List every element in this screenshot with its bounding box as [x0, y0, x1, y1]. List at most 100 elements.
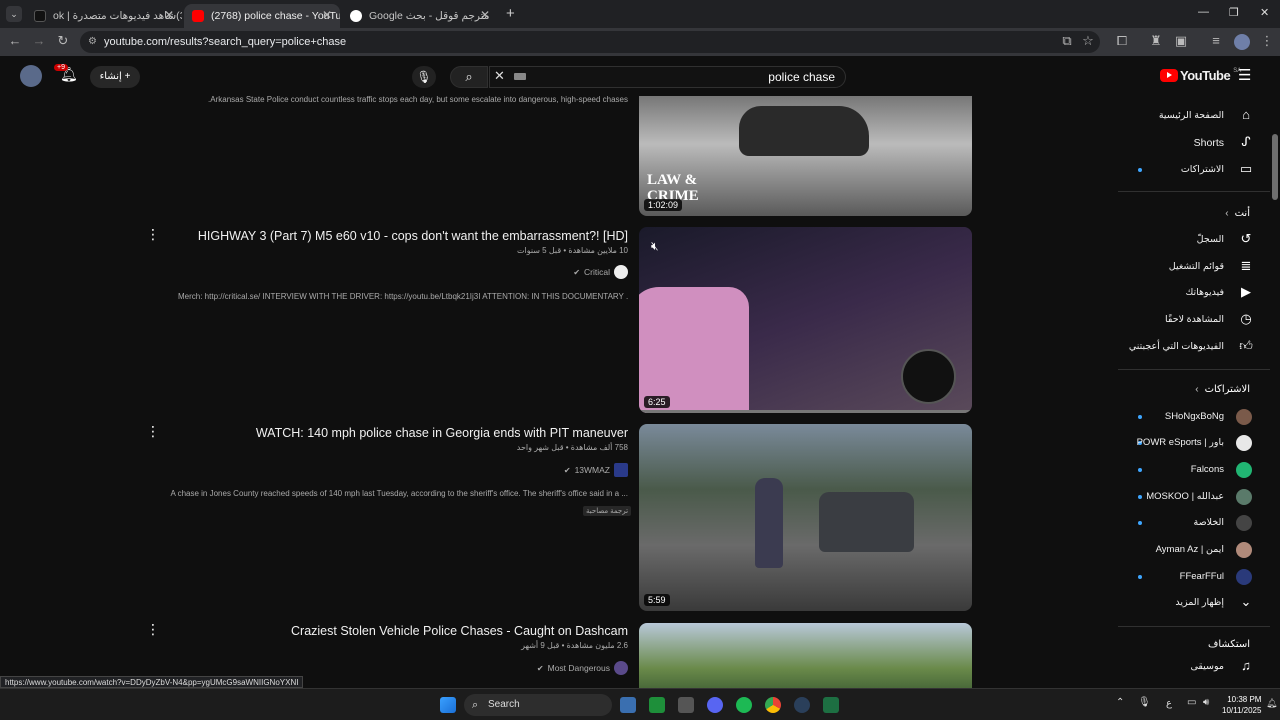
microphone-icon[interactable]: 🎙︎: [1138, 697, 1151, 708]
video-thumbnail[interactable]: LAW & CRIME 1:02:09: [639, 96, 972, 216]
taskbar-search[interactable]: ⌕ Search: [464, 694, 612, 716]
restore-icon[interactable]: ❐: [1229, 6, 1239, 19]
sidebar-item-shorts[interactable]: Shorts ᔑ: [1118, 130, 1270, 156]
divider: [1118, 191, 1270, 192]
video-meta: 758 ألف مشاهدة • قبل شهر واحد: [516, 443, 628, 452]
site-info-icon[interactable]: ⚙: [88, 31, 97, 53]
windows-taskbar: ⌕ Search ⌃ 🎙︎ ع ▭ 🔊︎ 10:38 PM 10/11/2025…: [0, 688, 1280, 720]
show-more-button[interactable]: إظهار المزيد ⌄: [1118, 590, 1270, 616]
volume-icon[interactable]: 🔊︎: [1203, 697, 1209, 708]
subscriptions-section-heading[interactable]: ‹ الاشتراكات: [1195, 384, 1250, 395]
chrome-icon[interactable]: [765, 697, 781, 713]
video-channel[interactable]: Most Dangerous ✔: [537, 661, 628, 675]
chevron-right-icon: ‹: [1195, 384, 1199, 395]
sidebar-sub-item[interactable]: SHoNgxBoNg: [1118, 404, 1270, 430]
keyboard-icon[interactable]: [514, 73, 526, 80]
more-actions-icon[interactable]: ⋮: [146, 423, 160, 440]
sidebar-item-home[interactable]: الصفحة الرئيسية ⌂: [1118, 103, 1270, 129]
extensions-icon[interactable]: ⧠: [1113, 33, 1131, 49]
close-tab-icon[interactable]: ✕: [322, 8, 332, 22]
youtube-logo[interactable]: YouTube SA: [1160, 68, 1241, 83]
new-content-dot: [1138, 468, 1142, 472]
file-explorer-icon[interactable]: [620, 697, 636, 713]
app-icon[interactable]: [678, 697, 694, 713]
video-channel[interactable]: 13WMAZ ✔: [564, 463, 628, 477]
tab-list-dropdown-icon[interactable]: ⌄: [6, 6, 22, 22]
spotify-icon[interactable]: [736, 697, 752, 713]
more-actions-icon[interactable]: ⋮: [146, 621, 160, 638]
scrollbar-thumb[interactable]: [1272, 134, 1278, 200]
discord-icon[interactable]: [707, 697, 723, 713]
search-icon[interactable]: ⌕: [450, 66, 488, 88]
sidepanel-icon[interactable]: ▣: [1172, 33, 1190, 49]
progress-bar[interactable]: [639, 410, 972, 413]
taskbar-clock[interactable]: 10:38 PM 10/11/2025: [1222, 694, 1261, 716]
sidebar-item-music[interactable]: موسيقى ♫: [1118, 654, 1270, 680]
sidebar-item-history[interactable]: السجلّ ↺: [1118, 227, 1270, 253]
install-app-icon[interactable]: ⧉: [1058, 33, 1076, 49]
xbox-icon[interactable]: [649, 697, 665, 713]
bookmark-star-icon[interactable]: ☆: [1079, 33, 1097, 49]
notification-center-icon[interactable]: 🔔︎: [1266, 698, 1277, 709]
search-input[interactable]: ✕ police chase: [489, 66, 846, 88]
video-title[interactable]: WATCH: 140 mph police chase in Georgia e…: [256, 426, 628, 440]
guide-menu-icon[interactable]: ☰: [1238, 66, 1251, 84]
sidebar-sub-item[interactable]: Ayman Az | ايمن: [1118, 537, 1270, 563]
browser-tab-bar: ⌄ (33)شاهد فيديوهات متصدرة | ok ✕ (2768)…: [0, 0, 1280, 28]
account-avatar[interactable]: [20, 65, 42, 87]
network-icon[interactable]: ▭: [1187, 697, 1196, 708]
sidebar-sub-item[interactable]: FFearFFul: [1118, 564, 1270, 590]
mute-icon[interactable]: 🔇︎: [651, 239, 659, 254]
youtube-play-icon: [1160, 69, 1178, 82]
back-icon[interactable]: ←: [6, 33, 24, 48]
sidebar-sub-item[interactable]: POWR eSports | باور: [1118, 430, 1270, 456]
sidebar-item-liked[interactable]: الفيديوهات التي أعجبتني 👍︎: [1118, 334, 1270, 360]
browser-menu-icon[interactable]: ⋮: [1258, 33, 1276, 49]
liked-icon: 👍︎: [1239, 338, 1253, 353]
video-duration: 6:25: [644, 396, 670, 408]
new-tab-button[interactable]: +: [506, 5, 515, 22]
video-channel[interactable]: Critical ✔: [573, 265, 628, 279]
tab-youtube[interactable]: (2768) police chase - YouTube ✕: [184, 4, 340, 28]
tab-google[interactable]: مترجم قوقل - بحث Google ✕: [342, 4, 498, 28]
excel-icon[interactable]: [823, 697, 839, 713]
close-window-icon[interactable]: ✕: [1260, 6, 1269, 19]
sidebar-item-watch-later[interactable]: المشاهدة لاحقًا ◷: [1118, 307, 1270, 333]
video-title[interactable]: Craziest Stolen Vehicle Police Chases - …: [291, 624, 628, 638]
sidebar-sub-item[interactable]: MOSKOO | عبدالله: [1118, 484, 1270, 510]
video-thumbnail[interactable]: 🔇︎ 6:25: [639, 227, 972, 413]
new-content-dot: [1138, 521, 1142, 525]
minimize-icon[interactable]: —: [1198, 6, 1209, 18]
media-icon[interactable]: ≡: [1207, 33, 1225, 48]
sidebar-sub-item[interactable]: الخلاصة: [1118, 510, 1270, 536]
profile-avatar[interactable]: [1234, 34, 1250, 50]
url-field[interactable]: ⚙ youtube.com/results?search_query=polic…: [80, 31, 1100, 53]
page-scrollbar[interactable]: [1270, 56, 1280, 688]
create-button[interactable]: إنشاء +: [90, 66, 140, 88]
sidebar-item-your-videos[interactable]: فيديوهاتك ▶: [1118, 280, 1270, 306]
reload-icon[interactable]: ↻: [54, 33, 72, 49]
divider: [1118, 626, 1270, 627]
video-thumbnail[interactable]: [639, 623, 972, 688]
tab-tiktok[interactable]: (33)شاهد فيديوهات متصدرة | ok ✕: [26, 4, 182, 28]
tray-chevron-icon[interactable]: ⌃: [1116, 697, 1124, 708]
video-thumbnail[interactable]: 5:59: [639, 424, 972, 611]
search-icon: ⌕: [472, 699, 479, 711]
video-title[interactable]: HIGHWAY 3 (Part 7) M5 e60 v10 - cops don…: [198, 229, 628, 243]
close-tab-icon[interactable]: ✕: [480, 8, 490, 22]
voice-search-icon[interactable]: 🎙︎: [412, 66, 436, 88]
language-indicator[interactable]: ع: [1166, 698, 1172, 709]
you-section-heading[interactable]: ‹ أنت: [1225, 208, 1250, 219]
clear-search-icon[interactable]: ✕: [494, 68, 505, 84]
extension-icon[interactable]: ♜: [1147, 33, 1165, 49]
channel-avatar: [1236, 462, 1252, 478]
sidebar-sub-item[interactable]: Falcons: [1118, 457, 1270, 483]
steam-icon[interactable]: [794, 697, 810, 713]
sidebar-item-subscriptions[interactable]: الاشتراكات ▭: [1118, 157, 1270, 183]
shorts-icon: ᔑ: [1241, 134, 1251, 149]
more-actions-icon[interactable]: ⋮: [146, 226, 160, 243]
sidebar-item-playlists[interactable]: قوائم التشغيل ≣: [1118, 254, 1270, 280]
forward-icon[interactable]: →: [30, 33, 48, 48]
windows-start-icon[interactable]: [440, 697, 456, 713]
close-tab-icon[interactable]: ✕: [164, 8, 174, 22]
